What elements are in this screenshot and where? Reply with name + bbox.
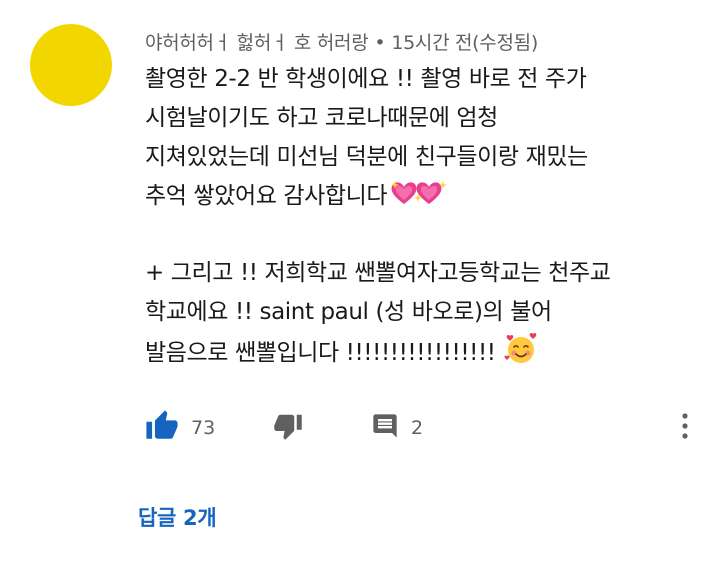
- thumbs-up-icon: [145, 409, 179, 447]
- more-options-button[interactable]: [673, 408, 697, 448]
- more-vert-icon: [680, 411, 690, 445]
- comment-line-with-emoji: 발음으로 쌘뽈입니다 !!!!!!!!!!!!!!!!!: [145, 332, 705, 371]
- sparkling-heart-emoji: [389, 179, 449, 220]
- author-name[interactable]: 야허허허ㅓ 헗허ㅓ 호 허러랑: [145, 32, 369, 54]
- dislike-button[interactable]: [273, 408, 303, 448]
- like-count: 73: [191, 417, 216, 439]
- comment-line: 촬영한 2-2 반 학생이에요 !! 촬영 바로 전 주가: [145, 66, 587, 92]
- comment-icon: [371, 412, 399, 444]
- thumbs-down-icon: [273, 411, 303, 445]
- comment-line: 지쳐있었는데 미선님 덕분에 친구들이랑 재밌는: [145, 144, 588, 170]
- comment-line-with-emoji: 추억 쌓았어요 감사합니다: [145, 177, 705, 216]
- comment-actions: 73 2: [145, 408, 705, 448]
- comment-line-text: 추억 쌓았어요 감사합니다: [145, 183, 388, 209]
- comment-body: 촬영한 2-2 반 학생이에요 !! 촬영 바로 전 주가 시험날이기도 하고 …: [145, 60, 705, 371]
- comment-header: 야허허허ㅓ 헗허ㅓ 호 허러랑 • 15시간 전(수정됨): [145, 28, 538, 55]
- comment-line: + 그리고 !! 저희학교 쌘뽈여자고등학교는 천주교: [145, 260, 611, 286]
- smiling-face-with-hearts-emoji: [504, 332, 538, 379]
- comment-line-text: 발음으로 쌘뽈입니다 !!!!!!!!!!!!!!!!!: [145, 340, 496, 366]
- view-replies-link[interactable]: 답글 2개: [138, 502, 217, 532]
- meta-separator: •: [374, 32, 386, 54]
- avatar[interactable]: [30, 24, 112, 106]
- like-button[interactable]: 73: [145, 408, 215, 448]
- reply-button[interactable]: 2: [371, 408, 423, 448]
- reply-count: 2: [411, 417, 424, 439]
- comment-line: 시험날이기도 하고 코로나때문에 엄청: [145, 105, 498, 131]
- timestamp: 15시간 전(수정됨): [391, 32, 538, 54]
- comment-line: 학교에요 !! saint paul (성 바오로)의 불어: [145, 299, 552, 325]
